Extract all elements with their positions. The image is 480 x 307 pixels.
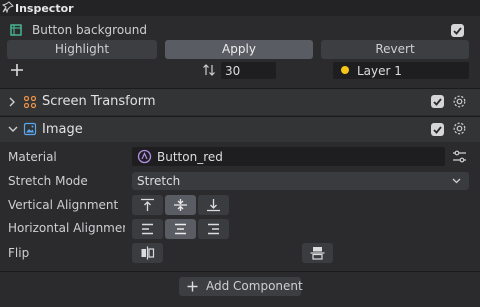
flip-vertical-icon (310, 247, 325, 260)
align-center-icon (175, 223, 186, 235)
screen-transform-icon (23, 95, 37, 112)
sliders-icon[interactable] (452, 150, 467, 166)
add-component-button[interactable]: Add Component (179, 277, 303, 296)
vertical-alignment-label: Vertical Alignment (8, 198, 119, 212)
check-icon (433, 126, 442, 134)
align-left-button[interactable] (132, 219, 163, 239)
flip-label: Flip (8, 246, 30, 260)
screen-transform-title: Screen Transform (42, 94, 156, 109)
sort-arrows-icon (202, 63, 216, 80)
align-middle-icon (174, 199, 187, 211)
material-icon (137, 149, 152, 167)
button-background-checkbox[interactable] (451, 24, 464, 37)
chevron-right-icon[interactable] (7, 96, 17, 111)
align-top-icon (141, 198, 154, 211)
check-icon (433, 98, 442, 106)
layer-field[interactable]: Layer 1 (333, 62, 469, 79)
image-title: Image (42, 122, 83, 137)
gear-icon[interactable] (452, 121, 467, 139)
screen-transform-checkbox[interactable] (431, 95, 444, 108)
align-middle-button[interactable] (165, 195, 196, 215)
inspector-header: Inspector (0, 0, 480, 16)
align-left-icon (142, 223, 153, 235)
tab-revert[interactable]: Revert (321, 40, 469, 59)
material-field[interactable]: Button_red (132, 147, 445, 166)
align-right-button[interactable] (198, 219, 229, 239)
component-cube-icon (9, 23, 23, 40)
stretch-mode-select[interactable]: Stretch (132, 172, 469, 190)
align-right-icon (208, 223, 219, 235)
align-center-button[interactable] (165, 219, 196, 239)
plus-icon (187, 281, 198, 292)
material-label: Material (8, 150, 57, 164)
stretch-mode-label: Stretch Mode (8, 174, 88, 188)
align-bottom-icon (207, 199, 220, 212)
align-bottom-button[interactable] (198, 195, 229, 215)
panel-title: Inspector (15, 2, 74, 15)
flip-horizontal-icon (141, 246, 155, 260)
check-icon (453, 27, 462, 35)
chevron-down-icon (451, 175, 462, 189)
gear-icon[interactable] (452, 94, 467, 112)
image-icon (23, 122, 37, 139)
flip-horizontal-button[interactable] (132, 243, 163, 263)
horizontal-alignment-label: Horizontal Alignment (8, 221, 125, 235)
tab-highlight[interactable]: Highlight (7, 40, 157, 59)
image-section[interactable]: Image (0, 117, 480, 142)
value-field[interactable]: 30 (221, 62, 276, 79)
image-checkbox[interactable] (431, 123, 444, 136)
screen-transform-section[interactable]: Screen Transform (0, 89, 480, 115)
button-background-label: Button background (32, 23, 147, 37)
layer-color-dot (341, 66, 349, 74)
add-icon[interactable] (10, 63, 24, 80)
flip-vertical-button[interactable] (302, 243, 333, 263)
tab-apply[interactable]: Apply (165, 40, 313, 59)
align-top-button[interactable] (132, 195, 163, 215)
chevron-down-icon[interactable] (7, 123, 19, 138)
pin-icon[interactable] (1, 1, 14, 16)
